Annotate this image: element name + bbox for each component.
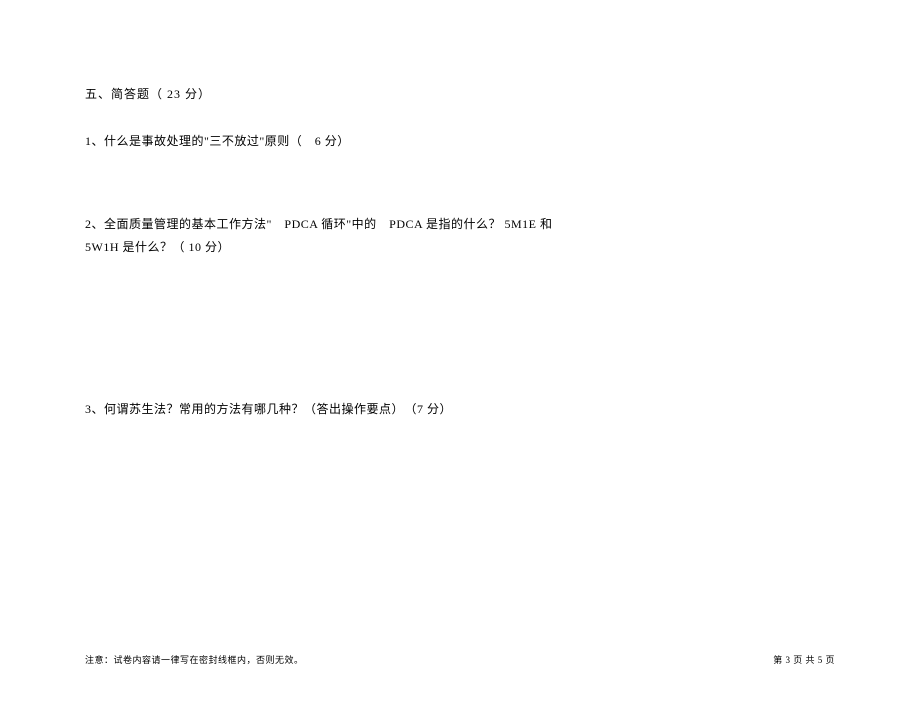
question-2-line2: 5W1H 是什么？（ 10 分） — [85, 236, 835, 259]
question-2-line1: 2、全面质量管理的基本工作方法" PDCA 循环"中的 PDCA 是指的什么？ … — [85, 213, 835, 236]
section-title: 五、简答题（ 23 分） — [85, 85, 835, 102]
footer-note: 注意：试卷内容请一律写在密封线框内，否则无效。 — [85, 653, 304, 666]
question-3: 3、何谓苏生法？常用的方法有哪几种？（答出操作要点） （7 分） — [85, 398, 835, 421]
page-number: 第 3 页 共 5 页 — [773, 653, 835, 666]
document-content: 五、简答题（ 23 分） 1、什么是事故处理的"三不放过"原则（ 6 分） 2、… — [0, 0, 920, 421]
question-2: 2、全面质量管理的基本工作方法" PDCA 循环"中的 PDCA 是指的什么？ … — [85, 213, 835, 259]
question-1: 1、什么是事故处理的"三不放过"原则（ 6 分） — [85, 130, 835, 153]
page-footer: 注意：试卷内容请一律写在密封线框内，否则无效。 第 3 页 共 5 页 — [0, 653, 920, 666]
